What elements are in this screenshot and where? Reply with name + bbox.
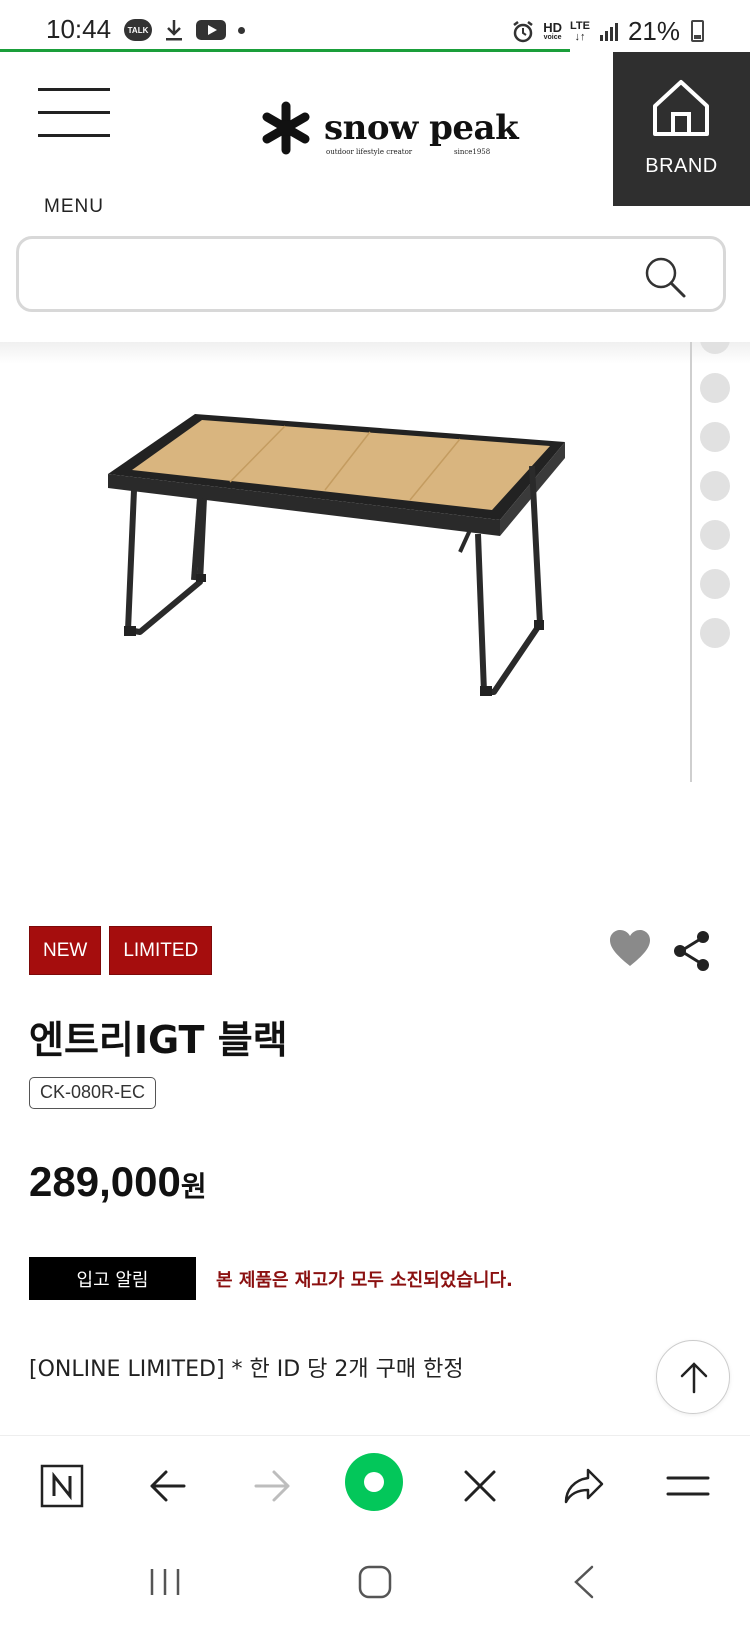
menu-lines-icon[interactable] [660,1458,716,1514]
snowflake-logo-icon [262,101,310,155]
status-bar: 10:44 TALK HD voice LTE ↓↑ 21% [0,0,750,52]
product-code: CK-080R-EC [29,1077,157,1109]
hamburger-icon [38,88,110,91]
badge-limited: LIMITED [109,926,213,975]
gallery-dot[interactable] [700,373,730,403]
badge-new: NEW [29,926,102,975]
scroll-to-top-button[interactable] [656,1340,730,1414]
gallery-dot[interactable] [700,618,730,648]
menu-button[interactable]: MENU [38,88,110,217]
product-badges: NEW LIMITED [29,926,213,975]
site-header: MENU snow peak outdoor lifestyle creator… [0,52,750,217]
battery-icon [691,20,704,42]
signal-icon [599,22,618,41]
share-forward-icon[interactable] [556,1458,612,1514]
snow-peak-logo[interactable]: snow peak outdoor lifestyle creator sinc… [258,100,519,160]
logo-since: since1958 [454,148,491,156]
status-time: 10:44 [46,14,112,44]
alarm-icon [513,20,533,42]
close-icon[interactable] [452,1458,508,1514]
download-icon [166,20,182,41]
gallery-dot[interactable] [700,342,730,354]
brand-button[interactable]: BRAND [613,52,750,206]
product-gallery[interactable] [0,342,750,882]
menu-label: MENU [44,196,104,217]
gallery-dot[interactable] [700,422,730,452]
product-image-table [108,414,565,696]
search-icon[interactable] [643,255,687,299]
green-dot-icon[interactable] [344,1452,404,1512]
product-price: 289,000원 [29,1158,207,1206]
naver-n-icon[interactable] [34,1458,90,1514]
price-unit: 원 [180,1170,207,1203]
product-title: 엔트리IGT 블랙 [29,1018,288,1062]
price-value: 289,000 [29,1158,181,1205]
back-arrow-icon[interactable] [140,1458,196,1514]
recent-apps-icon[interactable] [140,1557,190,1607]
forward-arrow-icon[interactable] [244,1458,300,1514]
notification-icons: TALK [124,18,245,42]
logo-wordmark: snow peak [324,108,519,148]
search-input[interactable] [39,251,639,297]
brand-label: BRAND [645,155,718,177]
gallery-dot[interactable] [700,471,730,501]
hd-voice-indicator: HD voice [543,20,562,41]
soldout-message: 본 제품은 재고가 모두 소진되었습니다. [216,1270,513,1291]
home-icon [653,80,709,136]
youtube-icon [196,20,226,40]
home-square-icon[interactable] [350,1557,400,1607]
browser-toolbar [0,1435,750,1535]
gallery-scroll-track [690,342,692,782]
kakaotalk-icon: TALK [124,19,152,41]
battery-percent: 21% [627,16,680,46]
lte-indicator: LTE ↓↑ [569,20,590,43]
logo-tagline: outdoor lifestyle creator [326,148,413,156]
back-chevron-icon[interactable] [560,1557,610,1607]
share-icon[interactable] [672,930,712,972]
heart-icon[interactable] [609,930,651,968]
purchase-limit-notice: [ONLINE LIMITED] * 한 ID 당 2개 구매 한정 [29,1357,464,1382]
system-navigation-bar [0,1535,750,1625]
search-bar [16,236,726,312]
system-indicators: HD voice LTE ↓↑ 21% [511,16,680,47]
arrow-up-icon [680,1362,708,1394]
gallery-dot[interactable] [700,569,730,599]
gallery-pagination[interactable] [700,342,732,667]
gallery-shadow [0,342,750,364]
gallery-dot[interactable] [700,520,730,550]
restock-notify-button[interactable]: 입고 알림 [29,1257,196,1300]
more-notifications-dot-icon [238,26,245,34]
